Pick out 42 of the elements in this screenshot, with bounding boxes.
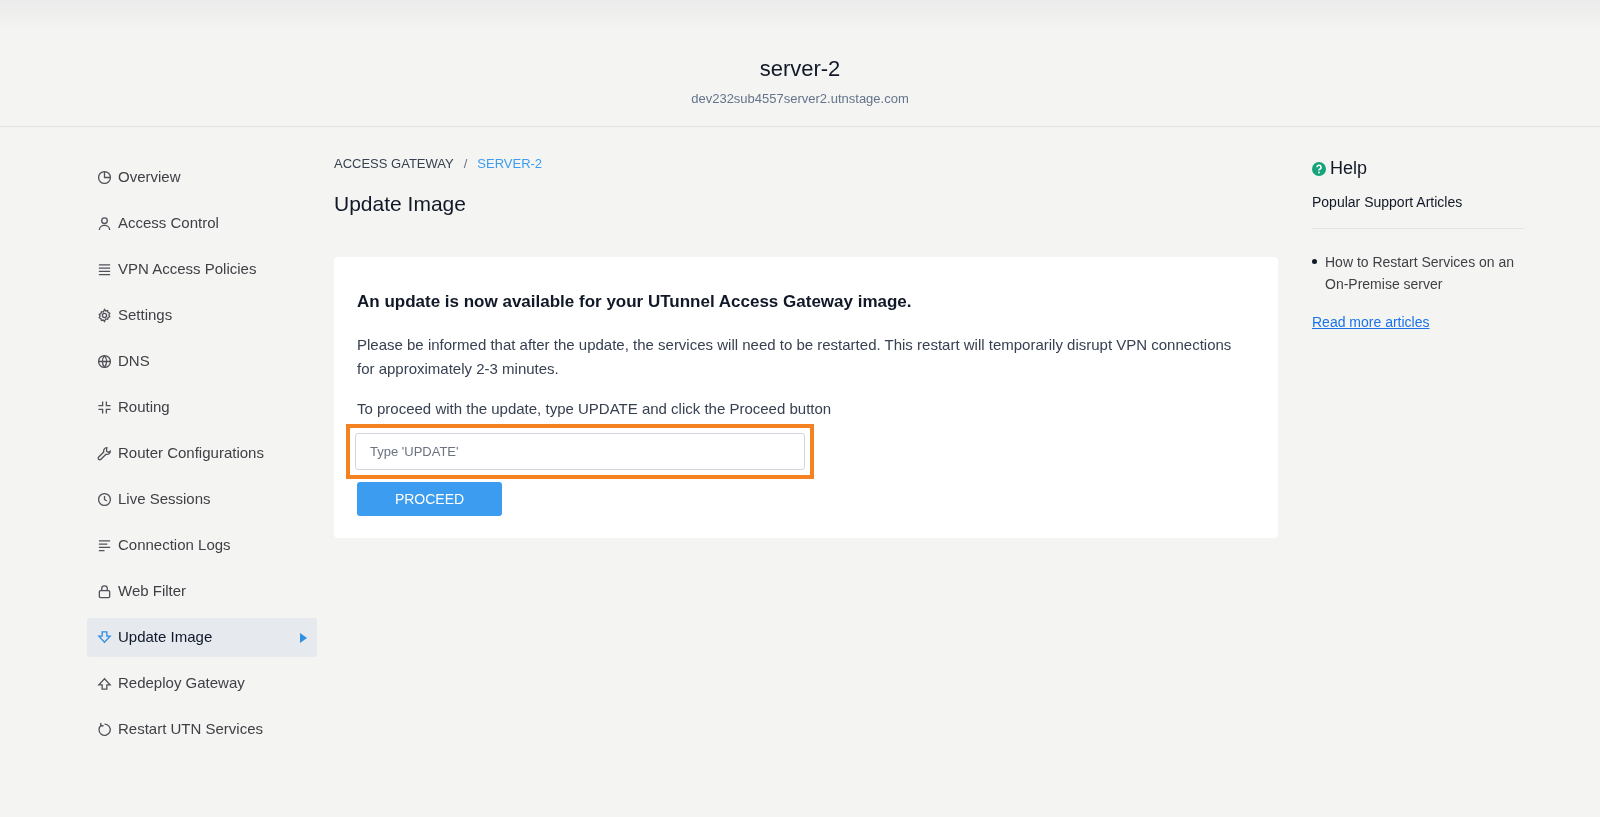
help-icon [1312, 161, 1326, 176]
globe-icon [97, 354, 112, 369]
article-link[interactable]: How to Restart Services on an On-Premise server [1325, 251, 1524, 295]
help-subtitle: Popular Support Articles [1312, 192, 1524, 229]
sidebar-item[interactable]: DNS [87, 342, 317, 381]
user-icon [97, 216, 112, 231]
download-arrow-icon [97, 630, 112, 645]
restart-icon [97, 722, 112, 737]
sidebar-item[interactable]: Redeploy Gateway [87, 664, 317, 703]
clock-icon [97, 492, 112, 507]
sidebar-item[interactable]: Router Configurations [87, 434, 317, 473]
sidebar-item[interactable]: Update Image [87, 618, 317, 657]
server-domain: dev232sub4557server2.utnstage.com [691, 90, 909, 108]
upload-arrow-icon [97, 676, 112, 691]
bullet-icon [1312, 259, 1317, 264]
settings-icon [97, 308, 112, 323]
sidebar-item[interactable]: Access Control [87, 204, 317, 243]
sidebar-item[interactable]: Web Filter [87, 572, 317, 611]
wrench-icon [97, 446, 112, 461]
pie-chart-icon [97, 170, 112, 185]
sidebar-item[interactable]: Settings [87, 296, 317, 335]
update-heading: An update is now available for your UTunnel Access Gateway image. [357, 291, 913, 313]
lines-icon [97, 538, 112, 553]
sidebar-item[interactable]: Connection Logs [87, 526, 317, 565]
server-title: server-2 [759, 55, 841, 83]
sidebar-item[interactable]: Overview [87, 158, 317, 197]
help-title: Help [1330, 157, 1368, 180]
lock-icon [97, 584, 112, 599]
breadcrumb-link[interactable]: ACCESS GATEWAY [334, 154, 454, 174]
breadcrumb-separator: / [463, 155, 468, 173]
update-message: Please be informed that after the update, the services will need to be restarted. This restart will temporarily disrupt VPN connections for approximately 2-3 minutes. [357, 334, 1233, 379]
read-more-link[interactable]: Read more articles [1312, 312, 1430, 333]
sidebar-item[interactable]: Live Sessions [87, 480, 317, 519]
routing-icon [97, 400, 112, 415]
sidebar-item[interactable]: Routing [87, 388, 317, 427]
confirmation-input-field[interactable]: Type 'UPDATE' [355, 433, 805, 470]
caret-icon [300, 632, 307, 643]
page-title: Update Image [334, 190, 467, 217]
sidebar-item[interactable]: VPN Access Policies [87, 250, 317, 289]
update-instruction: To proceed with the update, type UPDATE and click the Proceed button [357, 398, 833, 419]
list-icon [97, 262, 112, 277]
sidebar-item[interactable]: Restart UTN Services [87, 710, 317, 749]
